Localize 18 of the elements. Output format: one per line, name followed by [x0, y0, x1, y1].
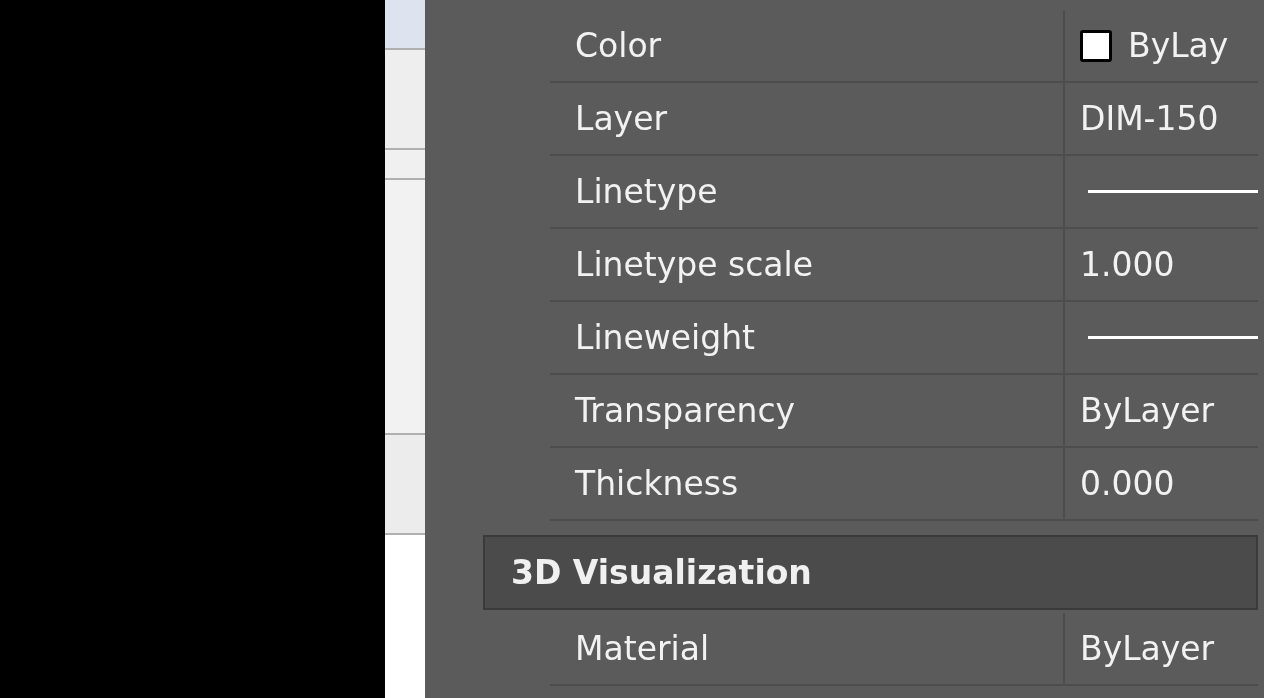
- color-swatch-icon: [1080, 29, 1112, 62]
- line-sample-icon: [1088, 336, 1258, 339]
- property-value[interactable]: ByLayer: [1080, 385, 1215, 436]
- line-sample-icon: [1088, 190, 1258, 193]
- property-value[interactable]: 0.000: [1080, 458, 1175, 509]
- property-value[interactable]: 1.000: [1080, 239, 1175, 290]
- property-value[interactable]: DIM-150: [1080, 93, 1219, 144]
- property-label: Thickness: [575, 462, 739, 505]
- property-label: Lineweight: [575, 316, 756, 359]
- property-label: Layer: [575, 97, 667, 140]
- section-header[interactable]: 3D Visualization: [483, 535, 1258, 610]
- property-label: Material: [575, 627, 710, 670]
- property-value[interactable]: ByLay: [1128, 20, 1229, 71]
- property-label: Linetype: [575, 170, 718, 213]
- property-label: Color: [575, 24, 662, 67]
- property-label: Transparency: [575, 389, 796, 432]
- property-value[interactable]: ByLayer: [1080, 623, 1215, 674]
- property-label: Linetype scale: [575, 243, 813, 286]
